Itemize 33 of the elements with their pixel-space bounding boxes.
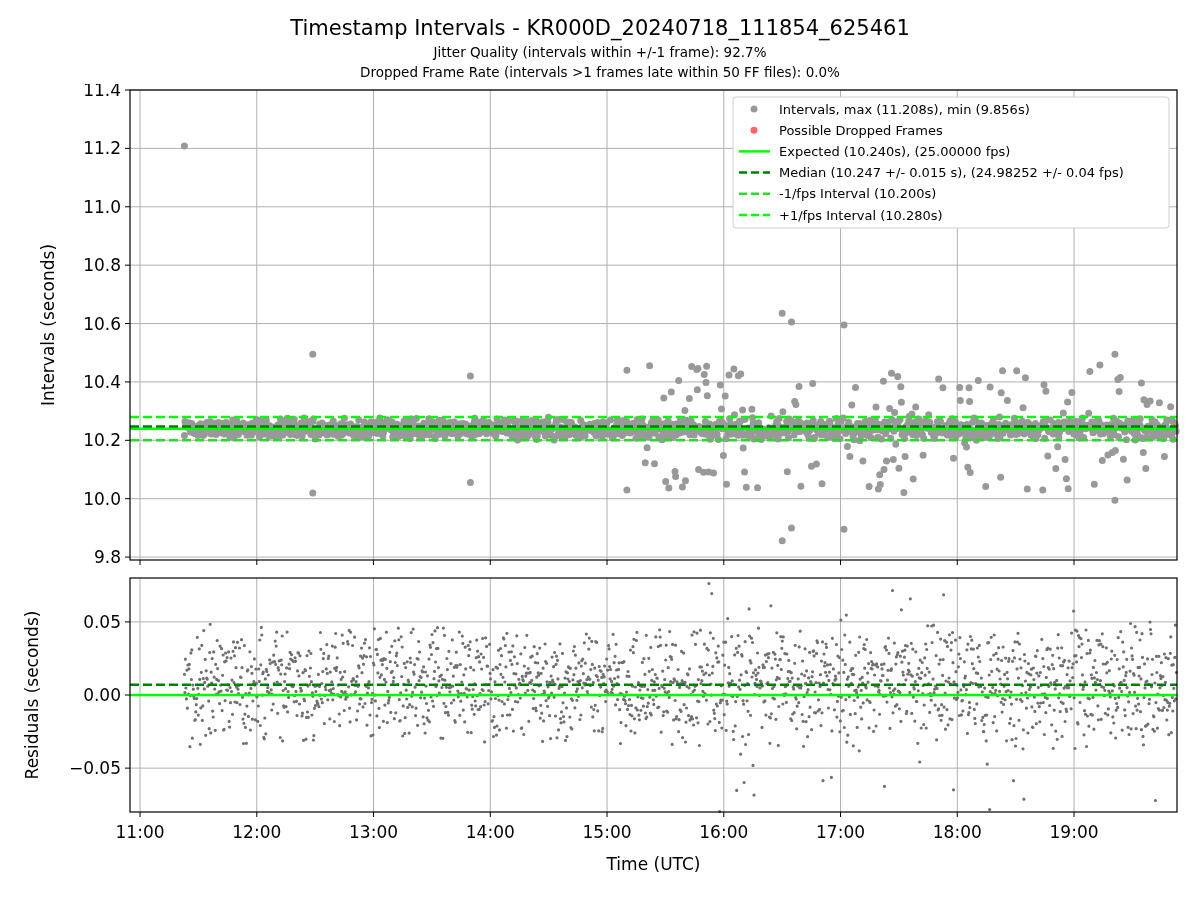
figure-title: Timestamp Intervals - KR000D_20240718_111854_625461	[290, 15, 910, 42]
y-tick-label: 11.4	[83, 84, 121, 100]
y-tick-label: 0.00	[83, 685, 121, 705]
y-tick-label: −0.05	[68, 758, 121, 779]
legend-label: Expected (10.240s), (25.00000 fps)	[779, 143, 1011, 159]
x-tick-label: 15:00	[582, 822, 632, 842]
y-tick-label: 10.8	[83, 255, 121, 276]
y-tick-label: 11.0	[83, 196, 121, 217]
x-axis-label: Time (UTC)	[606, 854, 701, 874]
y-tick-label: 10.6	[83, 313, 121, 334]
legend-label: -1/fps Interval (10.200s)	[779, 186, 937, 202]
y-axis-label: Intervals (seconds)	[38, 243, 58, 407]
figure-subtitle: Jitter Quality (intervals within +/-1 frame): 92.7%	[433, 43, 767, 62]
y-axis-label: Residuals (seconds)	[22, 610, 42, 780]
y-tick-label: 10.4	[83, 371, 121, 392]
x-tick-label: 16:00	[699, 822, 749, 842]
x-tick-label: 19:00	[1049, 822, 1099, 842]
legend-label: Intervals, max (11.208s), min (9.856s)	[779, 101, 1030, 117]
y-tick-label: 0.05	[83, 611, 121, 632]
x-tick-label: 12:00	[232, 822, 282, 842]
y-tick-label: 9.8	[93, 547, 121, 568]
x-tick-label: 11:00	[115, 822, 165, 842]
y-tick-label: 11.2	[83, 138, 121, 159]
legend-label: Possible Dropped Frames	[779, 122, 943, 138]
figure-subtitle: Dropped Frame Rate (intervals >1 frames late within 50 FF files): 0.0%	[360, 63, 840, 82]
x-tick-label: 13:00	[349, 822, 399, 842]
legend-label: Median (10.247 +/- 0.015 s), (24.98252 +/- 0.04 fps)	[779, 165, 1124, 181]
x-tick-label: 14:00	[465, 822, 515, 842]
y-tick-label: 10.0	[83, 488, 121, 509]
x-tick-label: 18:00	[932, 822, 982, 842]
x-tick-label: 17:00	[816, 822, 866, 842]
y-tick-label: 10.2	[83, 430, 121, 451]
legend-label: +1/fps Interval (10.280s)	[779, 207, 943, 223]
